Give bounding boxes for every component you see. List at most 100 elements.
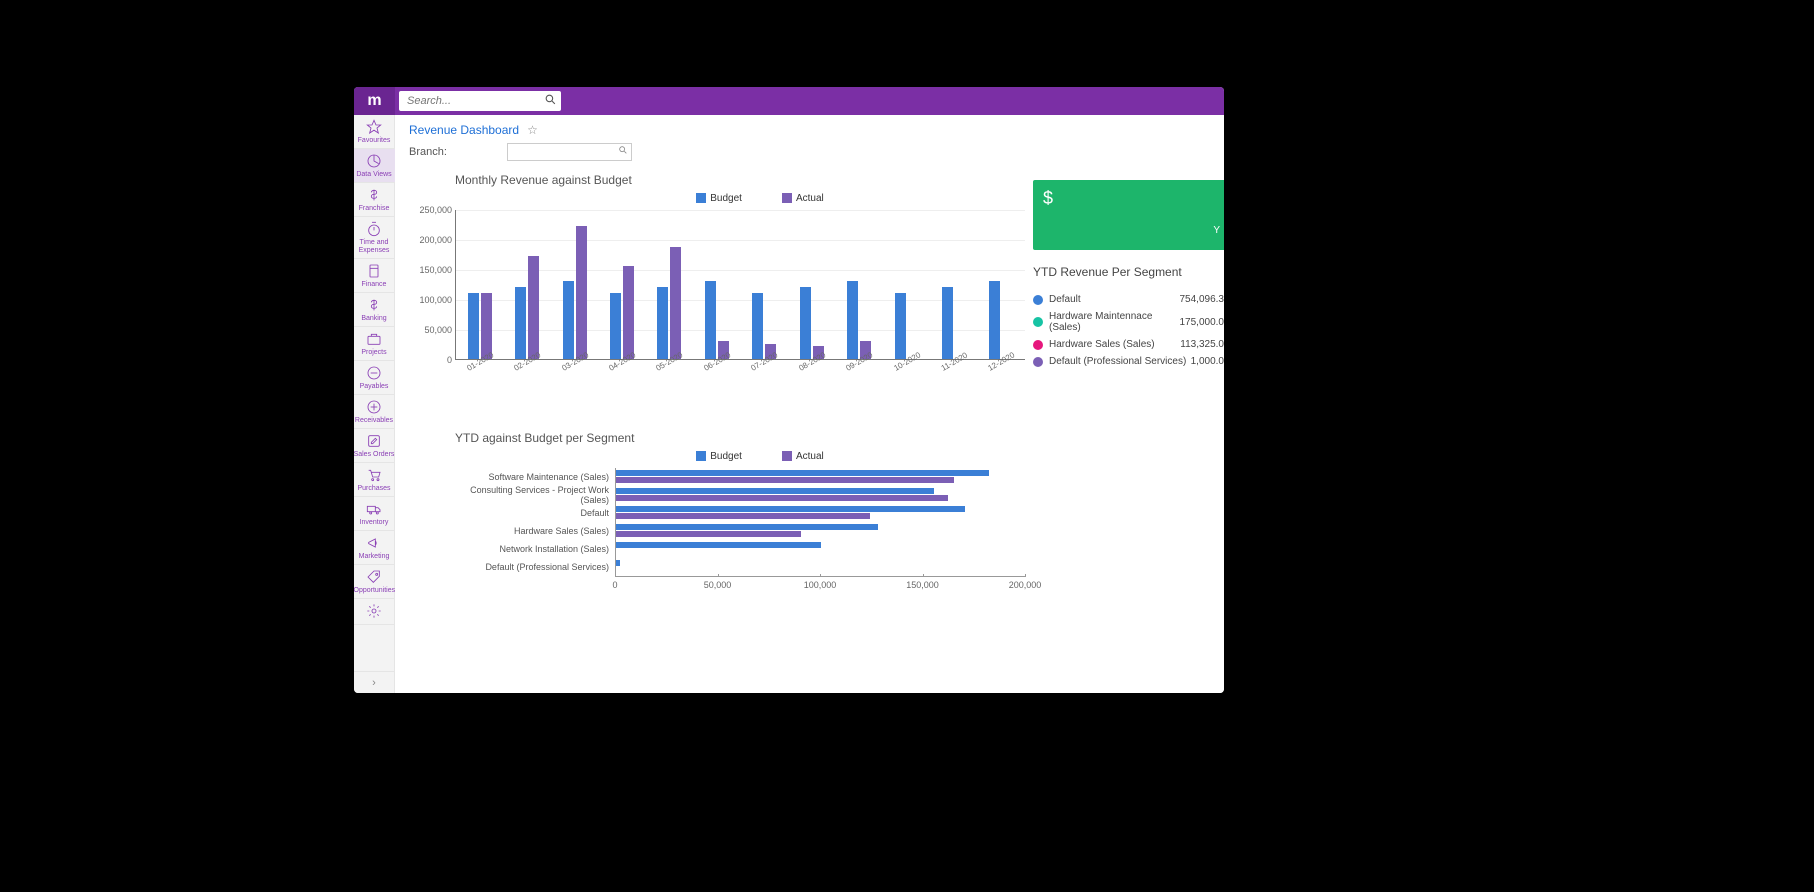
bar-budget[interactable]: [989, 281, 1000, 359]
bar-budget[interactable]: [563, 281, 574, 359]
hbar-actual[interactable]: [616, 531, 801, 537]
y-tick-label: 0: [410, 355, 452, 365]
segment-row-label: Default (Professional Services): [455, 562, 615, 572]
y-tick-label: 150,000: [410, 265, 452, 275]
app-logo[interactable]: m: [354, 87, 395, 115]
sidebar-item-label: Payables: [354, 383, 395, 391]
segment-row-label: Software Maintenance (Sales): [455, 472, 615, 482]
bar-budget[interactable]: [800, 287, 811, 359]
sidebar-item-data-views[interactable]: Data Views: [354, 149, 395, 182]
bar-budget[interactable]: [752, 293, 763, 359]
bar-actual[interactable]: [623, 266, 634, 359]
sidebar-item-sales-orders[interactable]: Sales Orders: [354, 429, 395, 462]
bar-budget[interactable]: [705, 281, 716, 359]
hbar-budget[interactable]: [616, 542, 821, 548]
sidebar-item-label: Favourites: [354, 137, 395, 145]
segment-name: Hardware Maintennace (Sales): [1049, 311, 1180, 333]
segment-value: 113,325.0: [1180, 339, 1224, 350]
sidebar-item-settings[interactable]: [354, 599, 395, 624]
hbar-budget[interactable]: [616, 560, 620, 566]
sidebar-item-label: Marketing: [354, 553, 395, 561]
sidebar-item-franchise[interactable]: Franchise: [354, 183, 395, 216]
ytd-segment-block: YTD Revenue Per Segment Default754,096.3…: [1033, 265, 1224, 370]
hbar-budget[interactable]: [616, 506, 965, 512]
segment-row-label: Hardware Sales (Sales): [455, 526, 615, 536]
hbar-budget[interactable]: [616, 488, 934, 494]
segment-color-dot: [1033, 295, 1043, 305]
legend-label-budget: Budget: [710, 193, 742, 204]
bar-budget[interactable]: [468, 293, 479, 359]
legend-swatch-budget: [696, 451, 706, 461]
content-area: Revenue Dashboard ☆ Branch: Monthly Reve…: [395, 115, 1224, 693]
pie-icon: [366, 153, 382, 169]
sidebar-item-projects[interactable]: Projects: [354, 327, 395, 360]
briefcase-icon: [366, 331, 382, 347]
topbar: m: [354, 87, 1224, 115]
sidebar-item-favourites[interactable]: Favourites: [354, 115, 395, 148]
sidebar-item-label: Banking: [354, 315, 395, 323]
hbar-budget[interactable]: [616, 470, 989, 476]
segment-row-label: Consulting Services - Project Work (Sale…: [455, 485, 615, 505]
legend-swatch-actual: [782, 451, 792, 461]
bar-actual[interactable]: [528, 256, 539, 359]
bar-budget[interactable]: [895, 293, 906, 359]
segment-list-row[interactable]: Hardware Sales (Sales)113,325.0: [1033, 336, 1224, 353]
segment-list-row[interactable]: Default (Professional Services)1,000.0: [1033, 353, 1224, 370]
sidebar-item-opportunities[interactable]: Opportunities: [354, 565, 395, 598]
bar-budget[interactable]: [515, 287, 526, 359]
bar-actual[interactable]: [576, 226, 587, 359]
segment-list-row[interactable]: Default754,096.3: [1033, 291, 1224, 308]
truck-icon: [366, 501, 382, 517]
hbar-actual[interactable]: [616, 495, 948, 501]
sidebar-collapse-button[interactable]: ›: [354, 671, 395, 693]
branch-input[interactable]: [507, 143, 632, 161]
branch-label: Branch:: [409, 146, 447, 158]
bar-budget[interactable]: [942, 287, 953, 359]
segment-row: Default (Professional Services): [455, 558, 1025, 576]
bar-actual[interactable]: [670, 247, 681, 359]
bar-budget[interactable]: [610, 293, 621, 359]
bar-budget[interactable]: [657, 287, 668, 359]
sidebar-item-banking[interactable]: Banking: [354, 293, 395, 326]
kpi-revenue-card[interactable]: $ Y: [1033, 180, 1224, 250]
bar-budget[interactable]: [847, 281, 858, 359]
sidebar-item-payables[interactable]: Payables: [354, 361, 395, 394]
plus-circle-icon: [366, 399, 382, 415]
breadcrumb: Revenue Dashboard ☆: [395, 115, 1224, 141]
breadcrumb-title[interactable]: Revenue Dashboard: [409, 123, 519, 137]
sidebar-item-purchases[interactable]: Purchases: [354, 463, 395, 496]
search-input[interactable]: [399, 95, 561, 107]
sidebar-item-receivables[interactable]: Receivables: [354, 395, 395, 428]
segment-pie-chart: [1217, 395, 1224, 575]
gear-icon: [366, 603, 382, 619]
bar-actual[interactable]: [481, 293, 492, 359]
lookup-icon[interactable]: [618, 145, 628, 158]
segment-row: Consulting Services - Project Work (Sale…: [455, 486, 1025, 504]
sidebar-item-label: Data Views: [354, 171, 395, 179]
chart1-legend: Budget Actual: [495, 193, 1025, 204]
edit-icon: [366, 433, 382, 449]
segment-list-row[interactable]: Hardware Maintennace (Sales)175,000.0: [1033, 308, 1224, 336]
x-tick-label: 150,000: [906, 580, 939, 590]
legend-label-actual: Actual: [796, 451, 824, 462]
y-tick-label: 100,000: [410, 295, 452, 305]
sidebar-item-marketing[interactable]: Marketing: [354, 531, 395, 564]
segment-value: 175,000.0: [1180, 317, 1225, 328]
cart-icon: [366, 467, 382, 483]
sidebar-item-label: Finance: [354, 281, 395, 289]
search-icon[interactable]: [544, 93, 557, 109]
hbar-actual[interactable]: [616, 477, 954, 483]
sidebar-item-time-and-expenses[interactable]: Time and Expenses: [354, 217, 395, 258]
hbar-actual[interactable]: [616, 513, 870, 519]
y-tick-label: 50,000: [410, 325, 452, 335]
segment-name: Default (Professional Services): [1049, 356, 1191, 367]
hbar-budget[interactable]: [616, 524, 878, 530]
global-search[interactable]: [399, 91, 561, 111]
favourite-star-icon[interactable]: ☆: [527, 123, 538, 137]
y-tick-label: 250,000: [410, 205, 452, 215]
sidebar-item-finance[interactable]: Finance: [354, 259, 395, 292]
legend-swatch-budget: [696, 193, 706, 203]
sidebar-item-inventory[interactable]: Inventory: [354, 497, 395, 530]
minus-circle-icon: [366, 365, 382, 381]
chart1-plot: 050,000100,000150,000200,000250,00001-20…: [455, 210, 1025, 360]
